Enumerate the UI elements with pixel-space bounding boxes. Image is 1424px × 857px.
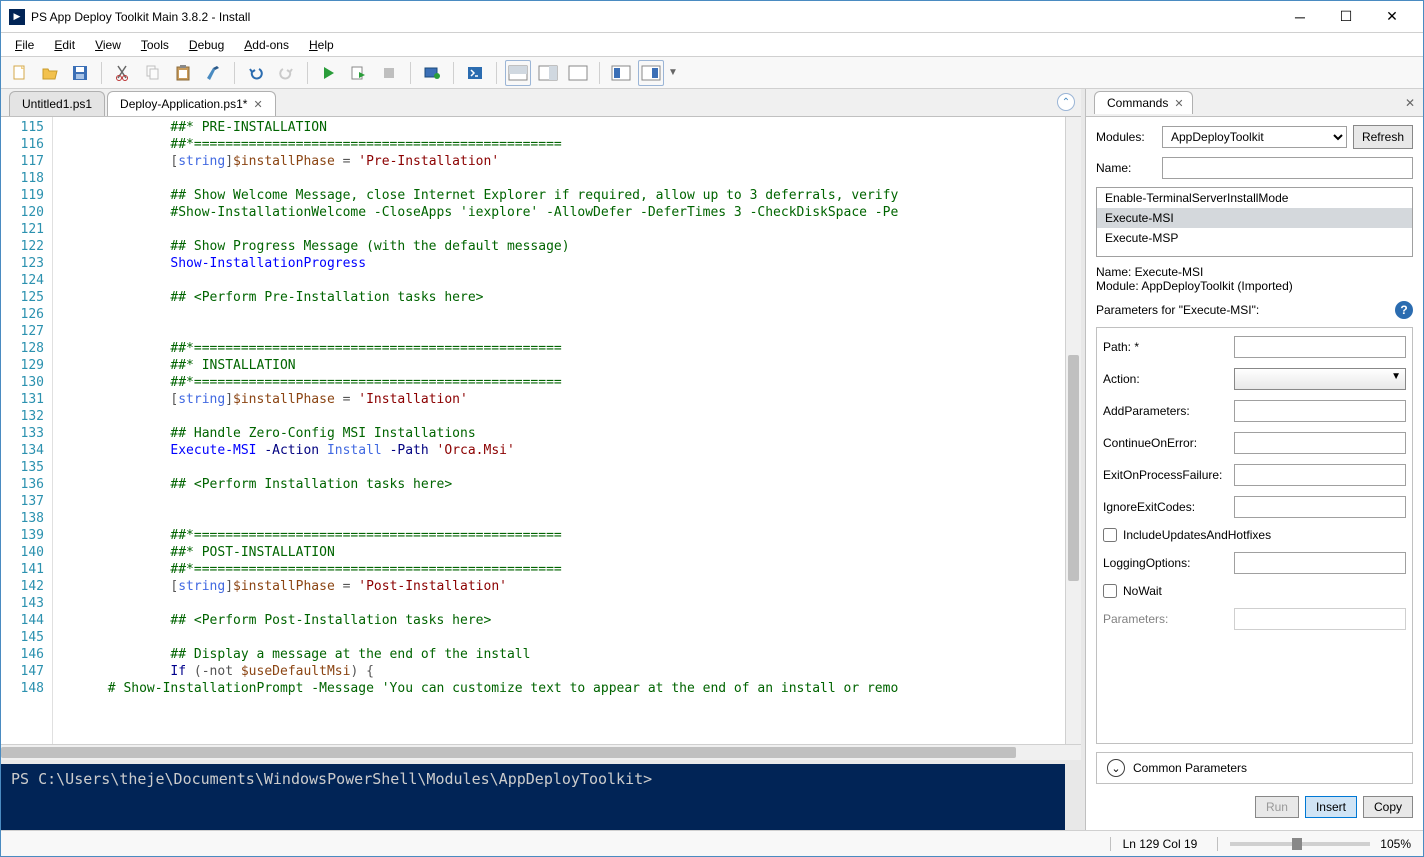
commands-panel: Commands ✕ ✕ Modules: AppDeployToolkit R…: [1085, 89, 1423, 830]
modules-label: Modules:: [1096, 130, 1156, 144]
layout-2-icon[interactable]: [535, 60, 561, 86]
param-label: ExitOnProcessFailure:: [1103, 468, 1228, 482]
param-nowait[interactable]: NoWait: [1103, 584, 1406, 598]
copy-button[interactable]: Copy: [1363, 796, 1413, 818]
close-panel-icon[interactable]: ✕: [1405, 96, 1415, 110]
undo-icon[interactable]: [243, 60, 269, 86]
insert-button[interactable]: Insert: [1305, 796, 1357, 818]
command-list-item[interactable]: Execute-MSP: [1097, 228, 1412, 248]
params-label: Parameters for "Execute-MSI":: [1096, 303, 1259, 317]
copy-icon[interactable]: [140, 60, 166, 86]
console-pane[interactable]: PS C:\Users\theje\Documents\WindowsPower…: [1, 760, 1081, 830]
layout-1-icon[interactable]: [505, 60, 531, 86]
cut-icon[interactable]: [110, 60, 136, 86]
editor-vscrollbar[interactable]: [1065, 117, 1081, 744]
menubar: FileEditViewToolsDebugAdd-onsHelp: [1, 33, 1423, 57]
zoom-label: 105%: [1380, 837, 1411, 851]
modules-select[interactable]: AppDeployToolkit: [1162, 126, 1347, 148]
menu-help[interactable]: Help: [299, 36, 344, 54]
new-icon[interactable]: [7, 60, 33, 86]
editor-tabbar: Untitled1.ps1Deploy-Application.ps1*✕ ⌃: [1, 89, 1081, 117]
command-list[interactable]: Enable-TerminalServerInstallModeExecute-…: [1096, 187, 1413, 257]
clear-icon[interactable]: [200, 60, 226, 86]
chevron-down-icon: ⌄: [1107, 759, 1125, 777]
commands-tab[interactable]: Commands ✕: [1094, 91, 1193, 114]
console-prompt: PS C:\Users\theje\Documents\WindowsPower…: [11, 770, 652, 788]
save-icon[interactable]: [67, 60, 93, 86]
param-includeupdatesandhotfixes[interactable]: IncludeUpdatesAndHotfixes: [1103, 528, 1406, 542]
layout-3-icon[interactable]: [565, 60, 591, 86]
editor-hscrollbar[interactable]: [1, 744, 1081, 760]
editor-tab[interactable]: Deploy-Application.ps1*✕: [107, 91, 276, 116]
run-button[interactable]: Run: [1255, 796, 1299, 818]
window-title: PS App Deploy Toolkit Main 3.8.2 - Insta…: [31, 10, 1277, 24]
maximize-button[interactable]: ☐: [1323, 2, 1369, 32]
param-label: Action:: [1103, 372, 1228, 386]
redo-icon[interactable]: [273, 60, 299, 86]
open-icon[interactable]: [37, 60, 63, 86]
common-params-label: Common Parameters: [1133, 761, 1247, 775]
show-command-addon-icon[interactable]: [638, 60, 664, 86]
line-gutter: 115 116 117 118 119 120 121 122 123 124 …: [1, 117, 53, 744]
name-input[interactable]: [1162, 157, 1413, 179]
param-input[interactable]: [1234, 496, 1406, 518]
info-module: Module: AppDeployToolkit (Imported): [1096, 279, 1413, 293]
close-icon[interactable]: ✕: [1174, 97, 1183, 110]
close-icon[interactable]: ✕: [253, 98, 262, 111]
refresh-button[interactable]: Refresh: [1353, 125, 1413, 149]
param-label: AddParameters:: [1103, 404, 1228, 418]
run-selection-icon[interactable]: [346, 60, 372, 86]
param-input[interactable]: [1234, 400, 1406, 422]
command-list-item[interactable]: Execute-MSI: [1097, 208, 1412, 228]
statusbar: Ln 129 Col 19 105%: [1, 830, 1423, 856]
menu-file[interactable]: File: [5, 36, 44, 54]
command-list-item[interactable]: Enable-TerminalServerInstallMode: [1097, 188, 1412, 208]
params-area: Path: * Action: ▼ AddParameters: ContinueOnE…: [1096, 327, 1413, 744]
commands-tab-label: Commands: [1107, 96, 1168, 110]
toolbar: ▼: [1, 57, 1423, 89]
cursor-position: Ln 129 Col 19: [1110, 837, 1198, 851]
param-input[interactable]: [1234, 336, 1406, 358]
param-input[interactable]: ▼: [1234, 368, 1406, 390]
powershell-icon[interactable]: [462, 60, 488, 86]
stop-icon[interactable]: [376, 60, 402, 86]
param-input[interactable]: [1234, 552, 1406, 574]
code-editor[interactable]: ##* PRE-INSTALLATION ##*================…: [53, 117, 1081, 744]
param-label: IgnoreExitCodes:: [1103, 500, 1228, 514]
close-button[interactable]: ✕: [1369, 2, 1415, 32]
editor-tab[interactable]: Untitled1.ps1: [9, 91, 105, 116]
common-params-row[interactable]: ⌄ Common Parameters: [1096, 752, 1413, 784]
remote-icon[interactable]: [419, 60, 445, 86]
menu-add-ons[interactable]: Add-ons: [234, 36, 299, 54]
menu-debug[interactable]: Debug: [179, 36, 234, 54]
show-script-pane-icon[interactable]: [608, 60, 634, 86]
run-icon[interactable]: [316, 60, 342, 86]
minimize-button[interactable]: ─: [1277, 2, 1323, 32]
info-name: Name: Execute-MSI: [1096, 265, 1413, 279]
param-label: LoggingOptions:: [1103, 556, 1228, 570]
menu-edit[interactable]: Edit: [44, 36, 85, 54]
param-input[interactable]: [1234, 432, 1406, 454]
param-input[interactable]: [1234, 608, 1406, 630]
console-scrollbar[interactable]: [1065, 764, 1081, 830]
param-label: ContinueOnError:: [1103, 436, 1228, 450]
app-icon: ▶: [9, 9, 25, 25]
help-icon[interactable]: ?: [1395, 301, 1413, 319]
menu-tools[interactable]: Tools: [131, 36, 179, 54]
name-label: Name:: [1096, 161, 1156, 175]
collapse-script-icon[interactable]: ⌃: [1057, 93, 1075, 111]
zoom-slider[interactable]: [1230, 842, 1370, 846]
menu-view[interactable]: View: [85, 36, 131, 54]
paste-icon[interactable]: [170, 60, 196, 86]
param-label: Parameters:: [1103, 612, 1228, 626]
param-label: Path: *: [1103, 340, 1228, 354]
param-input[interactable]: [1234, 464, 1406, 486]
titlebar: ▶ PS App Deploy Toolkit Main 3.8.2 - Ins…: [1, 1, 1423, 33]
